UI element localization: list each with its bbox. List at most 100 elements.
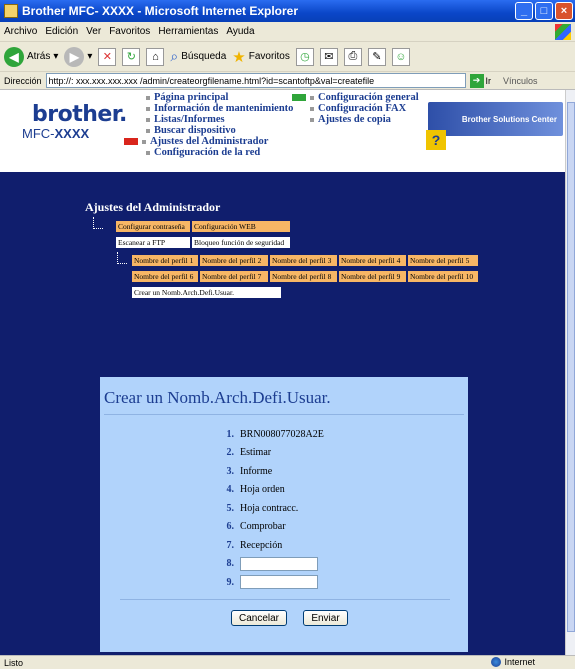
list-item: 4. Hoja orden	[226, 484, 285, 496]
globe-icon	[491, 657, 502, 667]
brother-logo: brother.	[32, 102, 127, 127]
ie-toolbar: ◀ Atrás ▾ ▶ ▾ ✕ ↻ ⌂ ⌕ Búsqueda ★ Favorit…	[0, 42, 575, 72]
menu-archivo[interactable]: Archivo	[4, 26, 37, 37]
minimize-button[interactable]: _	[515, 2, 533, 20]
question-icon[interactable]: ?	[426, 130, 446, 150]
back-button[interactable]: ◀ Atrás ▾	[4, 46, 58, 67]
form-divider	[104, 414, 464, 415]
custom-filename-8-input[interactable]	[240, 556, 318, 571]
list-item: 9.	[218, 573, 324, 592]
status-bar: Listo Internet	[0, 655, 575, 669]
vertical-scrollbar[interactable]	[565, 90, 575, 655]
profile-6[interactable]: Nombre del perfil 6	[131, 270, 199, 283]
address-label: Dirección	[4, 75, 42, 86]
profile-3[interactable]: Nombre del perfil 3	[269, 254, 338, 267]
active-arrow-icon	[124, 138, 138, 146]
admin-title: Ajustes del Administrador	[85, 200, 221, 214]
status-text: Listo	[4, 657, 24, 668]
page-viewport: brother. MFC-XXXX Página principal Infor…	[0, 90, 565, 655]
tab-configuracion-web[interactable]: Configuración WEB	[191, 220, 291, 233]
favorites-button[interactable]: ★ Favoritos	[232, 48, 290, 66]
nav-listas-informes[interactable]: Listas/Informes	[154, 114, 225, 125]
edit-icon[interactable]: ✎	[367, 47, 386, 66]
menu-ver[interactable]: Ver	[86, 26, 101, 37]
history-icon[interactable]: ◷	[295, 47, 314, 66]
scrollbar-thumb[interactable]	[567, 102, 575, 632]
nav-left: Página principal Información de mantenim…	[124, 92, 293, 158]
print-icon[interactable]: ⎙	[343, 47, 362, 66]
list-item: 5. Hoja contracc.	[226, 502, 299, 514]
go-button[interactable]: ➔ Ir	[469, 73, 491, 88]
list-item: 3. Informe	[226, 465, 273, 477]
submit-button[interactable]: Enviar	[303, 610, 348, 626]
solutions-center-link[interactable]: Brother Solutions Center	[428, 102, 563, 136]
profile-5[interactable]: Nombre del perfil 5	[407, 254, 479, 267]
profile-9[interactable]: Nombre del perfil 9	[338, 270, 407, 283]
menu-herramientas[interactable]: Herramientas	[158, 26, 218, 37]
refresh-icon[interactable]: ↻	[122, 47, 141, 66]
maximize-button[interactable]: □	[535, 2, 553, 20]
address-bar: Dirección http://: xxx.xxx.xxx.xxx /admi…	[0, 72, 575, 90]
tab-bloqueo-seguridad[interactable]: Bloqueo función de seguridad	[191, 236, 291, 249]
ie-page-icon	[4, 4, 18, 18]
tree-connector	[93, 217, 103, 229]
forward-arrow-icon: ▶	[64, 46, 85, 67]
security-zone: Internet	[491, 657, 535, 667]
model-name: MFC-XXXX	[22, 126, 90, 141]
star-icon: ★	[232, 48, 246, 66]
nav-right: Configuración general Configuración FAX …	[292, 92, 419, 125]
windows-logo-icon	[555, 24, 571, 40]
page-header: brother. MFC-XXXX Página principal Infor…	[0, 90, 565, 172]
nav-configuracion-red[interactable]: Configuración de la red	[154, 147, 260, 158]
home-icon[interactable]: ⌂	[146, 47, 165, 66]
tab-escanear-ftp[interactable]: Escanear a FTP	[115, 236, 191, 249]
tab-crear-nombre-archivo[interactable]: Crear un Nomb.Arch.Defi.Usuar.	[131, 286, 282, 299]
custom-filename-9-input[interactable]	[240, 575, 318, 590]
filename-list: 1. BRN008077028A2E 2. Estimar 3. Informe 4.…	[218, 425, 324, 592]
address-input[interactable]: http://: xxx.xxx.xxx.xxx /admin/createor…	[45, 73, 466, 88]
list-item: 1. BRN008077028A2E	[226, 428, 324, 440]
window-titlebar: Brother MFC- XXXX - Microsoft Internet E…	[0, 0, 575, 22]
green-arrow-icon	[292, 94, 306, 102]
go-arrow-icon: ➔	[469, 73, 484, 88]
search-icon: ⌕	[170, 48, 179, 64]
nav-buscar-dispositivo[interactable]: Buscar dispositivo	[154, 125, 236, 136]
menu-favoritos[interactable]: Favoritos	[109, 26, 150, 37]
list-item: 7. Recepción	[226, 539, 283, 551]
nav-ajustes-copia[interactable]: Ajustes de copia	[318, 114, 391, 125]
profile-8[interactable]: Nombre del perfil 8	[269, 270, 338, 283]
nav-pagina-principal[interactable]: Página principal	[154, 92, 228, 103]
list-item: 2. Estimar	[226, 447, 272, 459]
nav-config-fax[interactable]: Configuración FAX	[318, 103, 406, 114]
menu-bar: Archivo Edición Ver Favoritos Herramient…	[0, 22, 575, 42]
nav-mantenimiento[interactable]: Información de mantenimiento	[154, 103, 293, 114]
window-title: Brother MFC- XXXX - Microsoft Internet E…	[22, 4, 299, 18]
tree-connector-2	[117, 252, 127, 264]
close-button[interactable]: ×	[555, 2, 573, 20]
profile-10[interactable]: Nombre del perfil 10	[407, 270, 479, 283]
list-item: 8.	[218, 555, 324, 574]
cancel-button[interactable]: Cancelar	[231, 610, 287, 626]
admin-area: Ajustes del Administrador Configurar con…	[0, 172, 565, 655]
profile-2[interactable]: Nombre del perfil 2	[199, 254, 269, 267]
form-divider-bottom	[120, 599, 450, 600]
stop-icon[interactable]: ✕	[98, 47, 117, 66]
address-url: http://: xxx.xxx.xxx.xxx /admin/createor…	[48, 75, 375, 86]
profile-4[interactable]: Nombre del perfil 4	[338, 254, 407, 267]
back-arrow-icon: ◀	[4, 46, 24, 67]
menu-edicion[interactable]: Edición	[45, 26, 78, 37]
mail-icon[interactable]: ✉	[319, 47, 338, 66]
links-button[interactable]: Vínculos	[503, 76, 538, 86]
nav-config-general[interactable]: Configuración general	[318, 92, 419, 103]
create-filename-form: Crear un Nomb.Arch.Defi.Usuar. 1. BRN0080…	[100, 377, 468, 652]
search-button[interactable]: ⌕ Búsqueda	[170, 48, 226, 65]
nav-ajustes-admin[interactable]: Ajustes del Administrador	[150, 136, 268, 147]
profile-1[interactable]: Nombre del perfil 1	[131, 254, 199, 267]
form-title: Crear un Nomb.Arch.Defi.Usuar.	[104, 388, 331, 407]
profile-7[interactable]: Nombre del perfil 7	[199, 270, 269, 283]
forward-button[interactable]: ▶ ▾	[64, 46, 92, 67]
tab-configurar-contrasena[interactable]: Configurar contraseña	[115, 220, 191, 233]
messenger-icon[interactable]: ☺	[391, 47, 410, 66]
list-item: 6. Comprobar	[226, 521, 286, 533]
menu-ayuda[interactable]: Ayuda	[226, 26, 254, 37]
